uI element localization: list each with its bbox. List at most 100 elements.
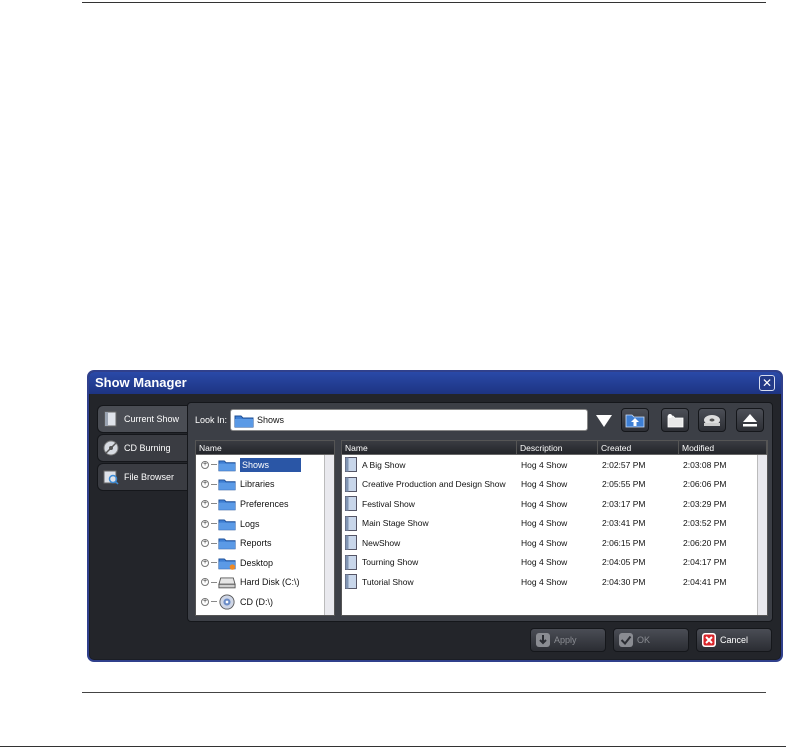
bottom-rule [0, 746, 786, 747]
row-modified: 2:04:41 PM [683, 576, 727, 587]
file-browser-icon [103, 470, 119, 485]
list-header: Name Description Created Modified [342, 441, 767, 455]
expand-icon[interactable]: + [201, 499, 209, 508]
row-name: Main Stage Show [362, 518, 429, 529]
row-modified: 2:03:52 PM [683, 518, 727, 529]
title-bar[interactable]: Show Manager ✕ [89, 372, 781, 394]
close-button[interactable]: ✕ [759, 375, 775, 391]
ok-label: OK [637, 635, 651, 645]
tree-line [211, 542, 217, 544]
tree-item-label: Desktop [240, 557, 274, 568]
tree-line [211, 562, 217, 564]
tree-item-label: Logs [240, 518, 260, 529]
close-icon: ✕ [761, 376, 773, 390]
column-header-description[interactable]: Description [517, 441, 598, 454]
tab-cd-burning[interactable]: CD Burning [97, 434, 193, 462]
tab-file-browser[interactable]: File Browser [97, 463, 193, 491]
expand-icon[interactable]: + [201, 578, 209, 587]
row-created: 2:04:05 PM [602, 557, 646, 568]
look-in-field[interactable]: Shows [230, 409, 588, 431]
tree-item-desktop[interactable]: + Desktop [196, 553, 334, 573]
row-name: Festival Show [362, 498, 415, 509]
expand-icon[interactable]: + [201, 519, 209, 528]
show-book-icon [345, 574, 357, 590]
row-name: A Big Show [362, 459, 406, 470]
row-description: Hog 4 Show [521, 518, 568, 529]
expand-icon[interactable]: + [201, 539, 209, 548]
tree-item-hard-disk[interactable]: + Hard Disk (C:\) [196, 573, 334, 593]
cd-drive-icon [704, 415, 720, 426]
left-tabs: Current Show CD Burning File Browser [97, 405, 193, 492]
expand-icon[interactable]: + [201, 558, 209, 567]
look-in-value: Shows [257, 415, 285, 425]
tree-line [211, 523, 217, 525]
folder-icon [234, 415, 254, 427]
tree-item-label: CD (D:\) [240, 596, 273, 607]
expand-icon[interactable]: + [201, 460, 209, 469]
tree-item-logs[interactable]: + Logs [196, 514, 334, 534]
show-book-icon [345, 476, 357, 492]
ok-button[interactable]: OK [613, 628, 689, 652]
eject-icon [743, 414, 757, 427]
table-row[interactable]: A Big Show Hog 4 Show 2:02:57 PM 2:03:08… [342, 455, 767, 475]
folder-up-icon [625, 414, 645, 428]
row-created: 2:03:41 PM [602, 518, 646, 529]
new-folder-icon [667, 414, 684, 428]
row-modified: 2:03:08 PM [683, 459, 727, 470]
row-name: NewShow [362, 537, 401, 548]
table-row[interactable]: NewShow Hog 4 Show 2:06:15 PM 2:06:20 PM [342, 533, 767, 553]
table-row[interactable]: Tutorial Show Hog 4 Show 2:04:30 PM 2:04… [342, 572, 767, 592]
tree-item-libraries[interactable]: + Libraries [196, 475, 334, 495]
tab-label: CD Burning [124, 443, 171, 453]
row-created: 2:05:55 PM [602, 479, 646, 490]
tree-line [211, 581, 217, 583]
table-row[interactable]: Main Stage Show Hog 4 Show 2:03:41 PM 2:… [342, 514, 767, 534]
cd-drive-button[interactable] [698, 408, 726, 432]
row-created: 2:02:57 PM [602, 459, 646, 470]
new-folder-button[interactable] [661, 408, 689, 432]
column-header-name[interactable]: Name [342, 441, 517, 454]
tab-label: File Browser [124, 472, 175, 482]
row-description: Hog 4 Show [521, 537, 568, 548]
book-icon [104, 411, 117, 427]
tree-scrollbar[interactable] [324, 455, 334, 615]
column-header-modified[interactable]: Modified [679, 441, 767, 454]
desktop-folder-icon [218, 558, 236, 570]
folder-icon [218, 538, 236, 550]
table-row[interactable]: Creative Production and Design Show Hog … [342, 475, 767, 495]
apply-button[interactable]: Apply [530, 628, 606, 652]
table-row[interactable]: Festival Show Hog 4 Show 2:03:17 PM 2:03… [342, 494, 767, 514]
row-description: Hog 4 Show [521, 576, 568, 587]
folder-icon [218, 479, 236, 491]
row-name: Creative Production and Design Show [362, 479, 506, 490]
column-header-created[interactable]: Created [598, 441, 679, 454]
show-book-icon [345, 535, 357, 551]
expand-icon[interactable]: + [201, 480, 209, 489]
eject-button[interactable] [736, 408, 764, 432]
folder-up-button[interactable] [621, 408, 649, 432]
show-book-icon [345, 496, 357, 512]
tree-item-label: Shows [240, 457, 302, 472]
show-manager-window: Show Manager ✕ Current Show CD Burning F… [87, 370, 783, 662]
table-row[interactable]: Tourning Show Hog 4 Show 2:04:05 PM 2:04… [342, 553, 767, 573]
row-modified: 2:04:17 PM [683, 557, 727, 568]
tree-item-reports[interactable]: + Reports [196, 533, 334, 553]
show-book-icon [345, 554, 357, 570]
tab-current-show[interactable]: Current Show [97, 405, 193, 433]
folder-icon [218, 499, 236, 511]
look-in-label: Look In: [195, 415, 228, 425]
content-panel: Look In: Shows Name + Shows + Libraries … [187, 402, 773, 622]
expand-icon[interactable]: + [201, 597, 209, 606]
tree-item-preferences[interactable]: + Preferences [196, 494, 334, 514]
cancel-button[interactable]: Cancel [696, 628, 772, 652]
tree-item-shows[interactable]: + Shows [196, 455, 334, 475]
row-description: Hog 4 Show [521, 498, 568, 509]
list-scrollbar[interactable] [757, 455, 767, 615]
dropdown-arrow-icon[interactable] [594, 410, 614, 430]
tree-item-label: Preferences [240, 498, 289, 509]
hard-disk-icon [218, 577, 236, 589]
cd-burn-icon [103, 440, 119, 456]
folder-icon [218, 519, 236, 530]
tree-line [211, 464, 217, 466]
tree-item-cd[interactable]: + CD (D:\) [196, 592, 334, 612]
